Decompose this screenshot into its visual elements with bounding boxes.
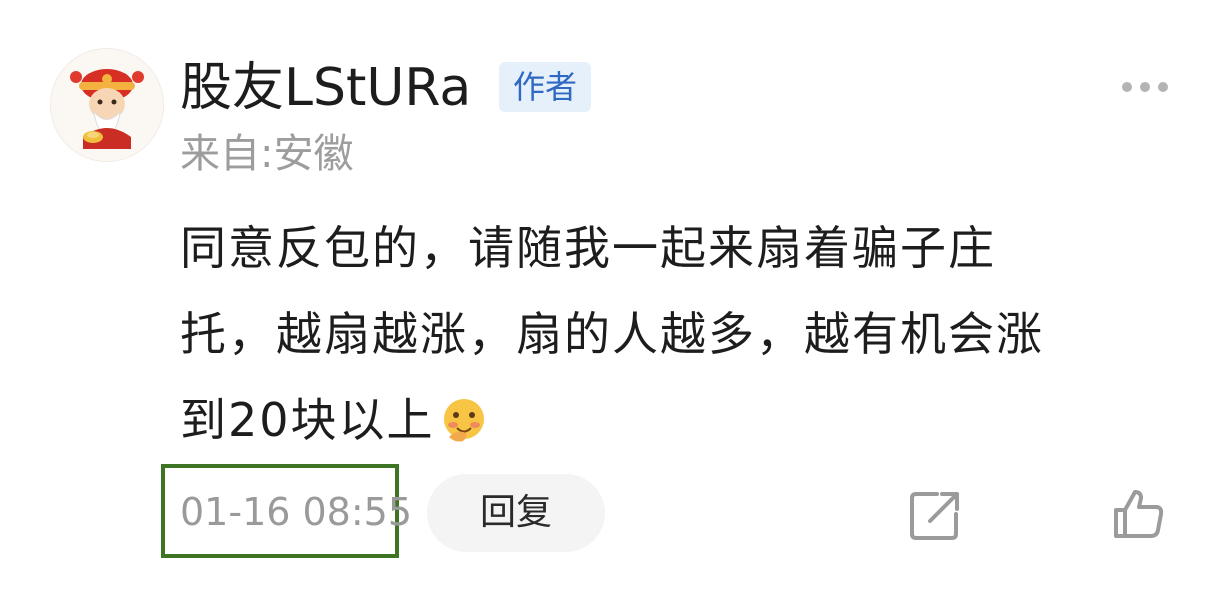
like-button[interactable] — [1110, 484, 1168, 542]
user-avatar[interactable] — [50, 48, 164, 162]
share-icon — [910, 492, 959, 540]
face-with-hand-over-mouth-emoji-icon — [443, 399, 484, 442]
more-options-button[interactable] — [1110, 70, 1180, 104]
location-label: 来自:安徽 — [180, 131, 354, 177]
thumbs-up-icon — [1114, 490, 1164, 538]
comment-line: 同意反包的，请随我一起来扇着骗子庄 — [180, 221, 996, 275]
share-button[interactable] — [906, 486, 964, 544]
author-badge: 作者 — [499, 62, 591, 112]
comment-line-last: 到20块以上 — [180, 377, 1180, 463]
more-dots-icon — [1158, 82, 1168, 92]
more-dots-icon — [1140, 82, 1150, 92]
timestamp: 01-16 08:55 — [180, 490, 413, 534]
comment-text: 同意反包的，请随我一起来扇着骗子庄 托，越扇越涨，扇的人越多，越有机会涨 到20… — [180, 205, 1180, 463]
comment-line-text: 到20块以上 — [180, 393, 435, 447]
reply-button[interactable]: 回复 — [427, 474, 605, 552]
username[interactable]: 股友LStURa — [180, 56, 471, 120]
cartoon-avatar-icon — [51, 49, 163, 161]
comment-line: 托，越扇越涨，扇的人越多，越有机会涨 — [180, 307, 1044, 361]
more-dots-icon — [1122, 82, 1132, 92]
